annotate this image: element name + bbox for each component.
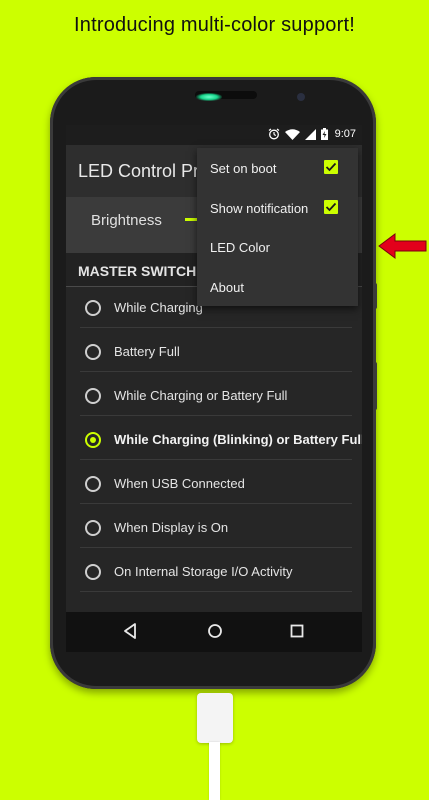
option-label: On Internal Storage I/O Activity bbox=[114, 564, 293, 579]
menu-item-about[interactable]: About bbox=[197, 267, 358, 307]
usb-cable bbox=[209, 742, 220, 800]
promo-banner: Introducing multi-color support! bbox=[74, 14, 355, 36]
menu-item-label: About bbox=[210, 279, 244, 295]
navigation-bar bbox=[66, 612, 362, 652]
arrow-pointer-icon bbox=[378, 233, 427, 259]
back-icon[interactable] bbox=[122, 622, 138, 640]
notification-led bbox=[196, 93, 222, 101]
radio-button[interactable] bbox=[85, 564, 101, 580]
menu-item-show-notification[interactable]: Show notification bbox=[197, 188, 358, 228]
check-icon bbox=[325, 202, 337, 211]
option-label: When Display is On bbox=[114, 520, 229, 535]
option-label: When USB Connected bbox=[114, 476, 245, 491]
mode-option[interactable]: When USB Connected bbox=[66, 469, 362, 513]
radio-button[interactable] bbox=[85, 344, 101, 360]
menu-item-led-color[interactable]: LED Color bbox=[197, 227, 358, 267]
power-button bbox=[373, 283, 377, 309]
mode-option-list: While Charging Battery Full While Chargi… bbox=[66, 293, 362, 601]
master-switch-label: MASTER SWITCH bbox=[78, 263, 197, 279]
battery-charging-icon bbox=[320, 128, 328, 140]
alarm-icon bbox=[268, 128, 279, 140]
option-label: Battery Full bbox=[114, 344, 180, 359]
mode-option[interactable]: On Internal Storage I/O Activity bbox=[66, 557, 362, 601]
menu-item-label: Show notification bbox=[210, 200, 309, 216]
status-bar: 9:07 bbox=[66, 125, 362, 145]
radio-button[interactable] bbox=[85, 520, 101, 536]
radio-button[interactable] bbox=[85, 388, 101, 404]
mode-option[interactable]: While Charging or Battery Full bbox=[66, 381, 362, 425]
phone-screen: 9:07 LED Control Pro Brightness MASTER S… bbox=[66, 125, 362, 652]
option-label: While Charging or Battery Full bbox=[114, 388, 288, 403]
option-label: While Charging (Blinking) or Battery Ful… bbox=[114, 432, 362, 447]
signal-icon bbox=[304, 128, 316, 140]
menu-item-label: Set on boot bbox=[210, 161, 277, 176]
radio-button[interactable] bbox=[85, 476, 101, 492]
brightness-label: Brightness bbox=[91, 212, 162, 229]
menu-item-label: LED Color bbox=[210, 240, 270, 255]
mode-option[interactable]: Battery Full bbox=[66, 337, 362, 381]
show-notification-checkbox[interactable] bbox=[324, 199, 338, 214]
front-camera-icon bbox=[297, 93, 305, 101]
set-on-boot-checkbox[interactable] bbox=[324, 160, 338, 174]
status-time: 9:07 bbox=[334, 128, 356, 140]
recents-icon[interactable] bbox=[288, 622, 306, 640]
usb-plug bbox=[197, 693, 233, 743]
home-icon[interactable] bbox=[206, 622, 224, 640]
option-label: While Charging bbox=[114, 300, 203, 315]
check-icon bbox=[325, 162, 337, 172]
overflow-menu: Set on boot Show notification LED Color … bbox=[197, 148, 358, 306]
radio-button[interactable] bbox=[85, 300, 101, 316]
radio-button-checked[interactable] bbox=[85, 432, 101, 448]
mode-option-selected[interactable]: While Charging (Blinking) or Battery Ful… bbox=[66, 425, 362, 469]
menu-item-set-on-boot[interactable]: Set on boot bbox=[197, 148, 358, 188]
mode-option[interactable]: When Display is On bbox=[66, 513, 362, 557]
volume-button bbox=[373, 362, 377, 410]
app-title: LED Control Pro bbox=[78, 161, 210, 181]
wifi-icon bbox=[284, 128, 300, 140]
